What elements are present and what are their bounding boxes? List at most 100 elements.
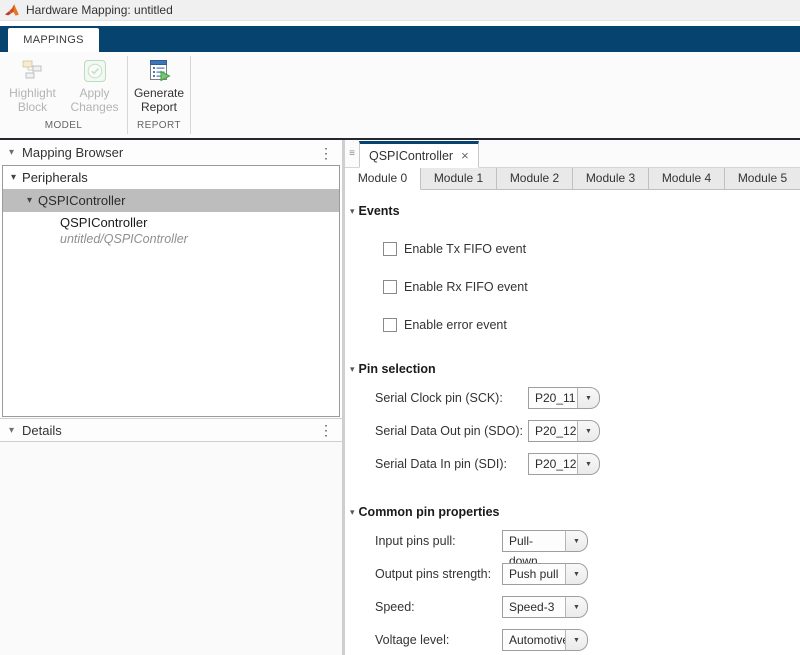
- browser-panel: ▾ Mapping Browser ⋮ ▾ Peripherals ▾ QSPI…: [0, 140, 342, 655]
- mapping-browser-header: ▾ Mapping Browser ⋮: [0, 140, 342, 165]
- output-pins-strength-label: Output pins strength:: [375, 567, 502, 581]
- toolstrip-section-model: Highlight Block Apply Changes MODEL: [0, 52, 127, 138]
- enable-error-event-label: Enable error event: [404, 318, 507, 332]
- toolstrip-section-report: Generate Report REPORT: [128, 52, 190, 138]
- dropdown-arrow-icon[interactable]: ▼: [565, 596, 588, 618]
- events-section-title: Events: [359, 204, 400, 218]
- generate-report-icon: [146, 58, 172, 84]
- dropdown-arrow-icon[interactable]: ▼: [565, 629, 588, 651]
- details-header: ▾ Details ⋮: [0, 418, 342, 442]
- serial-clock-pin-label: Serial Clock pin (SCK):: [375, 391, 528, 405]
- input-pins-pull-select[interactable]: Pull-down ▼: [502, 530, 588, 552]
- section-events: ▾ Events Enable Tx FIFO event Enable Rx …: [345, 203, 800, 333]
- module-tab-strip: Module 0 Module 1 Module 2 Module 3 Modu…: [345, 168, 800, 190]
- output-pins-strength-select[interactable]: Push pull ▼: [502, 563, 588, 585]
- common-pin-section-title: Common pin properties: [359, 505, 500, 519]
- tab-module-4[interactable]: Module 4: [649, 168, 725, 190]
- tab-qspicontroller-label: QSPIController: [369, 149, 453, 163]
- speed-label: Speed:: [375, 600, 502, 614]
- generate-report-button[interactable]: Generate Report: [130, 58, 188, 114]
- output-pins-strength-row: Output pins strength: Push pull ▼: [375, 562, 800, 586]
- input-pins-pull-row: Input pins pull: Pull-down ▼: [375, 529, 800, 553]
- titlebar: Hardware Mapping: untitled: [0, 0, 800, 21]
- collapse-icon: ▾: [350, 507, 355, 518]
- mapping-browser-title: Mapping Browser: [22, 145, 123, 160]
- highlight-block-icon: [20, 58, 46, 84]
- dropdown-arrow-icon[interactable]: ▼: [565, 563, 588, 585]
- expand-icon[interactable]: ▾: [11, 172, 16, 183]
- module-0-form: ▾ Events Enable Tx FIFO event Enable Rx …: [345, 190, 800, 655]
- voltage-level-label: Voltage level:: [375, 633, 502, 647]
- peripheral-tree: ▾ Peripherals ▾ QSPIController QSPIContr…: [2, 165, 340, 417]
- input-pins-pull-value: Pull-down: [502, 530, 566, 552]
- tab-module-2[interactable]: Module 2: [497, 168, 573, 190]
- editor-panel: ≡ QSPIController × Module 0 Module 1 Mod…: [345, 140, 800, 655]
- common-pin-section-header[interactable]: ▾ Common pin properties: [345, 504, 800, 520]
- voltage-level-select[interactable]: Automotive ▼: [502, 629, 588, 651]
- serial-clock-pin-value: P20_11: [528, 387, 578, 409]
- collapse-icon: ▾: [350, 364, 355, 375]
- kebab-menu-icon[interactable]: ⋮: [319, 423, 333, 437]
- tab-mappings[interactable]: MAPPINGS: [8, 28, 99, 52]
- serial-data-out-pin-row: Serial Data Out pin (SDO): P20_12 ▼: [375, 419, 800, 443]
- ribbon-band: [0, 26, 800, 52]
- hardware-mapping-window: Hardware Mapping: untitled MAPPINGS High…: [0, 0, 800, 655]
- speed-row: Speed: Speed-3 ▼: [375, 595, 800, 619]
- close-icon[interactable]: ×: [461, 148, 469, 163]
- tree-item-peripherals[interactable]: ▾ Peripherals: [3, 166, 339, 189]
- collapse-icon: ▾: [350, 206, 355, 217]
- serial-data-in-pin-row: Serial Data In pin (SDI): P20_12 ▼: [375, 452, 800, 476]
- serial-data-in-pin-select[interactable]: P20_12 ▼: [528, 453, 600, 475]
- tab-module-0[interactable]: Module 0: [345, 168, 421, 190]
- toolstrip-section-label-model: MODEL: [0, 120, 127, 138]
- apply-changes-icon: [82, 58, 108, 84]
- dropdown-arrow-icon[interactable]: ▼: [577, 420, 600, 442]
- generate-report-label: Generate Report: [134, 86, 184, 114]
- events-section-header[interactable]: ▾ Events: [345, 203, 800, 219]
- enable-rx-fifo-row: Enable Rx FIFO event: [383, 279, 800, 295]
- enable-rx-fifo-checkbox[interactable]: [383, 280, 397, 294]
- enable-tx-fifo-label: Enable Tx FIFO event: [404, 242, 526, 256]
- serial-data-out-pin-select[interactable]: P20_12 ▼: [528, 420, 600, 442]
- main-area: ▾ Mapping Browser ⋮ ▾ Peripherals ▾ QSPI…: [0, 140, 800, 655]
- matlab-logo-icon: [4, 2, 20, 18]
- speed-value: Speed-3: [502, 596, 566, 618]
- enable-tx-fifo-checkbox[interactable]: [383, 242, 397, 256]
- dropdown-arrow-icon[interactable]: ▼: [577, 453, 600, 475]
- highlight-block-button[interactable]: Highlight Block: [4, 58, 62, 114]
- pin-selection-section-header[interactable]: ▾ Pin selection: [345, 361, 800, 377]
- serial-clock-pin-select[interactable]: P20_11 ▼: [528, 387, 600, 409]
- apply-changes-button[interactable]: Apply Changes: [66, 58, 124, 114]
- enable-tx-fifo-row: Enable Tx FIFO event: [383, 241, 800, 257]
- tree-item-label: QSPIController: [38, 193, 125, 208]
- expand-icon[interactable]: ▾: [27, 195, 32, 206]
- tab-module-5[interactable]: Module 5: [725, 168, 800, 190]
- collapse-icon[interactable]: ▾: [9, 147, 14, 158]
- collapse-icon[interactable]: ▾: [9, 425, 14, 436]
- details-title: Details: [22, 423, 62, 438]
- enable-error-event-row: Enable error event: [383, 317, 800, 333]
- tab-module-1[interactable]: Module 1: [421, 168, 497, 190]
- toolstrip: Highlight Block Apply Changes MODEL: [0, 52, 800, 138]
- speed-select[interactable]: Speed-3 ▼: [502, 596, 588, 618]
- document-tab-bar: ≡ QSPIController ×: [345, 140, 800, 168]
- highlight-block-label: Highlight Block: [9, 86, 56, 114]
- tree-item-qspicontroller-group[interactable]: ▾ QSPIController: [3, 189, 339, 212]
- tab-grip-icon[interactable]: ≡: [345, 148, 359, 159]
- dropdown-arrow-icon[interactable]: ▼: [577, 387, 600, 409]
- output-pins-strength-value: Push pull: [502, 563, 566, 585]
- enable-error-event-checkbox[interactable]: [383, 318, 397, 332]
- serial-data-in-pin-value: P20_12: [528, 453, 578, 475]
- section-common-pin-properties: ▾ Common pin properties Input pins pull:…: [345, 504, 800, 652]
- tree-leaf-name: QSPIController: [60, 215, 339, 231]
- tab-qspicontroller[interactable]: QSPIController ×: [359, 141, 479, 168]
- tab-module-3[interactable]: Module 3: [573, 168, 649, 190]
- tree-item-qspicontroller-instance[interactable]: QSPIController untitled/QSPIController: [3, 215, 339, 247]
- apply-changes-label: Apply Changes: [70, 86, 118, 114]
- dropdown-arrow-icon[interactable]: ▼: [565, 530, 588, 552]
- toolstrip-section-label-report: REPORT: [128, 120, 190, 138]
- kebab-menu-icon[interactable]: ⋮: [319, 146, 333, 160]
- section-pin-selection: ▾ Pin selection Serial Clock pin (SCK): …: [345, 361, 800, 476]
- tree-item-label: Peripherals: [22, 170, 88, 185]
- serial-data-out-pin-label: Serial Data Out pin (SDO):: [375, 424, 528, 438]
